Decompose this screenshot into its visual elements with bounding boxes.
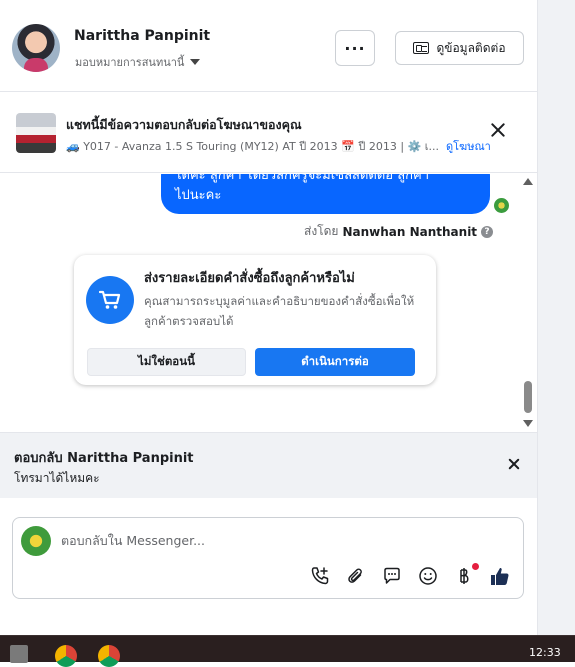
view-contact-info-label: ดูข้อมูลติดต่อ xyxy=(436,40,506,55)
paperclip-icon[interactable] xyxy=(345,565,367,587)
not-now-button[interactable]: ไม่ใช่ตอนนี้ xyxy=(87,348,246,376)
emoji-icon[interactable] xyxy=(417,565,439,587)
windows-taskbar: 12:33 xyxy=(0,635,575,667)
saved-reply-icon[interactable] xyxy=(381,565,403,587)
message-thread[interactable]: ได้คะ ลูกค้า โดยวิสกี้ครูจะมีเซลส์ติดต่อ… xyxy=(0,174,537,431)
ad-banner-subtitle: 🚙 Y017 - Avanza 1.5 S Touring (MY12) AT … xyxy=(66,140,438,153)
outgoing-message-bubble[interactable]: ได้คะ ลูกค้า โดยวิสกี้ครูจะมีเซลส์ติดต่อ… xyxy=(161,174,490,214)
seen-avatar xyxy=(494,198,509,213)
order-card-description: คุณสามารถระบุมูลค่าและคำอธิบายของคำสั่งซ… xyxy=(144,294,415,328)
message-line: ไปนะคะ xyxy=(175,188,222,203)
messenger-inbox-panel: Narittha Panpinit มอบหมายการสนทนานี้ ···… xyxy=(0,0,537,635)
close-icon xyxy=(490,122,506,138)
conversation-header: Narittha Panpinit มอบหมายการสนทนานี้ ···… xyxy=(0,0,537,92)
page-right-gutter xyxy=(537,0,575,635)
shopping-cart-icon xyxy=(86,276,134,324)
message-composer xyxy=(12,517,524,599)
contact-name[interactable]: Narittha Panpinit xyxy=(74,28,210,44)
thumbs-up-icon[interactable] xyxy=(489,565,511,587)
system-clock[interactable]: 12:33 xyxy=(529,646,561,659)
sent-by-label: ส่งโดย Nanwhan Nanthanit ? xyxy=(304,222,494,241)
caret-down-icon xyxy=(190,59,201,65)
chrome-icon[interactable] xyxy=(55,645,77,667)
phone-add-icon[interactable] xyxy=(309,565,331,587)
info-icon[interactable]: ? xyxy=(481,225,494,238)
message-line: ได้คะ ลูกค้า โดยวิสกี้ครูจะมีเซลส์ติดต่อ… xyxy=(175,174,430,183)
reply-to-bar: ตอบกลับ Narittha Panpinit โทรมาได้ไหมคะ xyxy=(0,432,537,498)
notification-dot xyxy=(472,563,479,570)
order-details-card: ส่งรายละเอียดคำสั่งซื้อถึงลูกค้าหรือไม่ … xyxy=(74,255,436,385)
ad-reply-banner: แชทนี้มีข้อความตอบกลับต่อโฆษณาของคุณ 🚙 Y… xyxy=(0,93,537,173)
reply-to-quoted-text: โทรมาได้ไหมคะ xyxy=(14,471,100,485)
sent-by-name: Nanwhan Nanthanit xyxy=(342,224,478,239)
assign-conversation-label: มอบหมายการสนทนานี้ xyxy=(75,56,185,69)
ad-thumbnail xyxy=(16,113,56,153)
sent-by-prefix: ส่งโดย xyxy=(304,224,339,238)
more-options-button[interactable]: ··· xyxy=(335,30,375,66)
close-icon xyxy=(506,456,522,472)
scrollbar-thumb[interactable] xyxy=(524,381,532,413)
reply-to-title: ตอบกลับ Narittha Panpinit xyxy=(14,451,194,466)
assign-conversation-dropdown[interactable]: มอบหมายการสนทนานี้ xyxy=(75,53,201,71)
order-card-title: ส่งรายละเอียดคำสั่งซื้อถึงลูกค้าหรือไม่ xyxy=(144,271,355,286)
view-ad-link[interactable]: ดูโฆษณา xyxy=(446,137,491,155)
contact-avatar[interactable] xyxy=(12,24,60,72)
contact-card-icon xyxy=(413,42,430,54)
continue-button[interactable]: ดำเนินการต่อ xyxy=(255,348,415,376)
view-contact-info-button[interactable]: ดูข้อมูลติดต่อ xyxy=(395,31,524,65)
composer-toolbar xyxy=(309,565,511,587)
scroll-up-arrow-icon[interactable] xyxy=(523,178,533,185)
taskbar-app-icon[interactable] xyxy=(10,645,28,663)
ad-banner-title: แชทนี้มีข้อความตอบกลับต่อโฆษณาของคุณ xyxy=(66,117,302,132)
scroll-down-arrow-icon[interactable] xyxy=(523,420,533,427)
page-avatar xyxy=(21,526,51,556)
chrome-icon[interactable] xyxy=(98,645,120,667)
message-input[interactable] xyxy=(61,533,481,548)
